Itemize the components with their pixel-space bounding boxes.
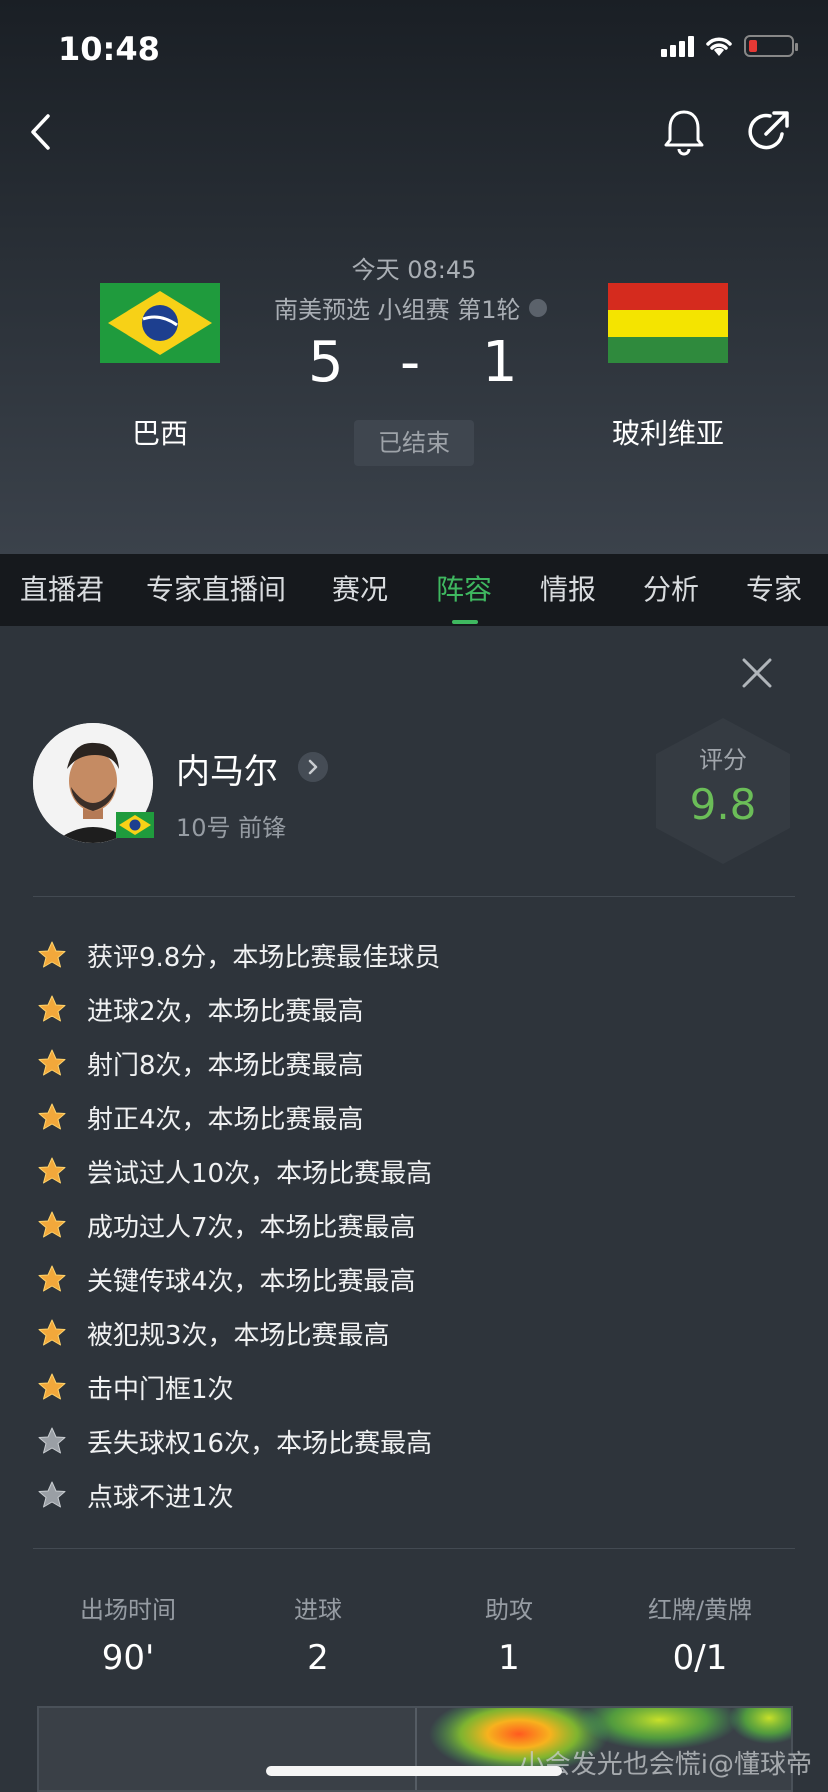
section-divider	[33, 1548, 795, 1549]
home-score: 5	[308, 330, 344, 395]
achievement-text: 丢失球权16次，本场比赛最高	[87, 1428, 433, 1459]
stat-label: 红牌/黄牌	[647, 1596, 753, 1624]
achievement-text: 射门8次，本场比赛最高	[87, 1050, 364, 1081]
tab-expert-live-room[interactable]: 专家直播间	[146, 554, 286, 626]
back-icon[interactable]	[28, 112, 52, 152]
stat-value: 1	[498, 1638, 520, 1678]
wifi-icon	[706, 37, 732, 56]
tab-analysis[interactable]: 分析	[643, 554, 699, 626]
tab-expert[interactable]: 专家	[746, 554, 802, 626]
battery-icon	[744, 35, 798, 57]
league-label: 南美预选 小组赛 第1轮	[274, 296, 521, 324]
stat-cards: 红牌/黄牌 0/1	[605, 1592, 795, 1678]
achievement-item: 尝试过人10次，本场比赛最高	[33, 1144, 793, 1198]
away-team-name[interactable]: 玻利维亚	[568, 412, 768, 452]
info-icon	[528, 298, 547, 317]
gold-star-icon	[38, 1373, 66, 1400]
achievement-text: 被犯规3次，本场比赛最高	[87, 1320, 390, 1351]
silver-star-icon	[38, 1427, 66, 1454]
silver-star-icon	[38, 1481, 66, 1508]
rating-value: 9.8	[689, 780, 757, 829]
stat-label: 进球	[294, 1596, 342, 1624]
achievement-item: 点球不进1次	[33, 1468, 793, 1522]
achievement-item: 射正4次，本场比赛最高	[33, 1090, 793, 1144]
achievement-text: 关键传球4次，本场比赛最高	[87, 1266, 416, 1297]
match-status-badge: 已结束	[354, 420, 474, 466]
stat-minutes: 出场时间 90'	[33, 1592, 223, 1678]
brazil-flag-icon[interactable]	[100, 283, 220, 363]
achievement-text: 成功过人7次，本场比赛最高	[87, 1212, 416, 1243]
tab-match-events[interactable]: 赛况	[332, 554, 388, 626]
achievement-item: 成功过人7次，本场比赛最高	[33, 1198, 793, 1252]
achievement-text: 获评9.8分，本场比赛最佳球员	[87, 942, 441, 973]
close-icon[interactable]	[740, 656, 774, 690]
gold-star-icon	[38, 995, 66, 1022]
bolivia-flag-icon[interactable]	[608, 283, 728, 363]
chevron-right-icon[interactable]	[298, 752, 328, 782]
away-score: 1	[482, 330, 518, 395]
score-separator: -	[400, 330, 421, 395]
home-team-name[interactable]: 巴西	[60, 412, 260, 452]
gold-star-icon	[38, 1157, 66, 1184]
player-name[interactable]: 内马尔	[176, 744, 278, 793]
achievement-item: 获评9.8分，本场比赛最佳球员	[33, 928, 793, 982]
stat-label: 助攻	[485, 1596, 533, 1624]
pitch-halfway-line	[415, 1708, 417, 1790]
achievement-list: 获评9.8分，本场比赛最佳球员 进球2次，本场比赛最高 射门8次，本场比赛最高 射正4…	[33, 928, 793, 1522]
gold-star-icon	[38, 941, 66, 968]
status-icons	[661, 34, 798, 58]
stat-value: 90'	[101, 1638, 155, 1678]
achievement-item: 丢失球权16次，本场比赛最高	[33, 1414, 793, 1468]
rating-label: 评分	[699, 746, 747, 774]
player-nation-flag-icon	[116, 812, 154, 838]
match-league[interactable]: 南美预选 小组赛 第1轮	[274, 290, 547, 325]
tab-bar: 直播君 专家直播间 赛况 阵容 情报 分析 专家	[0, 554, 828, 626]
achievement-text: 点球不进1次	[87, 1482, 234, 1513]
watermark: 小会发光也会慌i@懂球帝	[518, 1750, 812, 1780]
signal-icon	[661, 35, 694, 57]
gold-star-icon	[38, 1211, 66, 1238]
status-time: 10:48	[58, 30, 160, 68]
tab-intel[interactable]: 情报	[540, 554, 596, 626]
stat-assists: 助攻 1	[414, 1592, 604, 1678]
gold-star-icon	[38, 1103, 66, 1130]
bell-icon[interactable]	[662, 108, 706, 156]
active-tab-indicator	[452, 620, 478, 624]
stat-value: 0/1	[672, 1638, 728, 1678]
achievement-item: 被犯规3次，本场比赛最高	[33, 1306, 793, 1360]
achievement-text: 尝试过人10次，本场比赛最高	[87, 1158, 433, 1189]
share-arrow-icon[interactable]	[744, 108, 792, 156]
gold-star-icon	[38, 1319, 66, 1346]
match-time: 今天 08:45	[351, 256, 477, 284]
match-header: 10:48 今天 08:45 南美预选 小组赛 第1轮 巴西 玻利维亚 5 - …	[0, 0, 828, 554]
stat-value: 2	[307, 1638, 329, 1678]
achievement-item: 进球2次，本场比赛最高	[33, 982, 793, 1036]
tab-live-host[interactable]: 直播君	[20, 554, 104, 626]
achievement-text: 击中门框1次	[87, 1374, 234, 1405]
stat-goals: 进球 2	[223, 1592, 413, 1678]
section-divider	[33, 896, 795, 897]
home-indicator[interactable]	[266, 1766, 562, 1776]
gold-star-icon	[38, 1265, 66, 1292]
achievement-item: 射门8次，本场比赛最高	[33, 1036, 793, 1090]
achievement-item: 关键传球4次，本场比赛最高	[33, 1252, 793, 1306]
tab-lineup[interactable]: 阵容	[436, 554, 492, 626]
achievement-text: 射正4次，本场比赛最高	[87, 1104, 364, 1135]
player-stats: 出场时间 90' 进球 2 助攻 1 红牌/黄牌 0/1	[33, 1592, 795, 1692]
achievement-item: 击中门框1次	[33, 1360, 793, 1414]
gold-star-icon	[38, 1049, 66, 1076]
achievement-text: 进球2次，本场比赛最高	[87, 996, 364, 1027]
player-number-position: 10号 前锋	[176, 814, 287, 842]
stat-label: 出场时间	[80, 1596, 176, 1624]
